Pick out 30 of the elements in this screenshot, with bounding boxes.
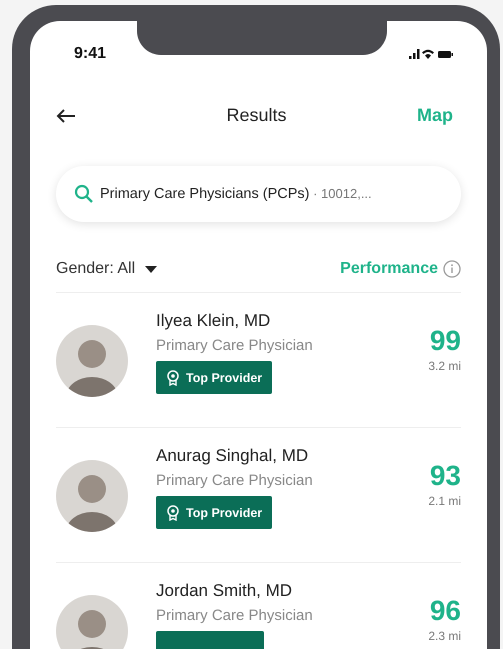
provider-specialty: Primary Care Physician xyxy=(156,337,314,354)
back-arrow-icon[interactable] xyxy=(56,108,76,124)
provider-name: Anurag Singhal, MD xyxy=(156,446,310,466)
provider-card[interactable]: Jordan Smith, MD Primary Care Physician 96 2.3 mi xyxy=(56,563,461,649)
page-title: Results xyxy=(226,105,287,126)
provider-name: Ilyea Klein, MD xyxy=(156,311,272,331)
search-query: Primary Care Physicians (PCPs) · 10012,... xyxy=(100,186,372,202)
provider-card[interactable]: Anurag Singhal, MD Primary Care Physician Top Provider 93 2.1 mi xyxy=(56,428,461,563)
performance-score: 96 xyxy=(430,595,461,627)
avatar-silhouette-icon xyxy=(56,595,128,649)
provider-name: Jordan Smith, MD xyxy=(156,581,294,601)
gender-filter-dropdown[interactable]: Gender: All xyxy=(56,260,158,278)
top-provider-badge: Top Provider xyxy=(156,496,272,529)
performance-score: 93 xyxy=(430,460,461,492)
search-icon xyxy=(74,184,94,204)
status-icons xyxy=(409,48,453,60)
provider-specialty: Primary Care Physician xyxy=(156,472,314,489)
performance-score: 99 xyxy=(430,325,461,357)
top-provider-badge: Top Provider xyxy=(156,361,272,394)
search-field[interactable]: Primary Care Physicians (PCPs) · 10012,... xyxy=(56,166,461,222)
distance: 2.1 mi xyxy=(428,494,461,508)
status-time: 9:41 xyxy=(74,45,106,63)
award-ribbon-icon xyxy=(166,370,180,386)
distance: 3.2 mi xyxy=(428,359,461,373)
distance: 2.3 mi xyxy=(428,629,461,643)
provider-specialty: Primary Care Physician xyxy=(156,607,314,624)
provider-card[interactable]: Ilyea Klein, MD Primary Care Physician Top Provider 99 3.2 mi xyxy=(56,293,461,428)
award-ribbon-icon xyxy=(166,504,180,520)
caret-down-icon xyxy=(145,266,158,272)
info-icon[interactable] xyxy=(443,260,461,278)
